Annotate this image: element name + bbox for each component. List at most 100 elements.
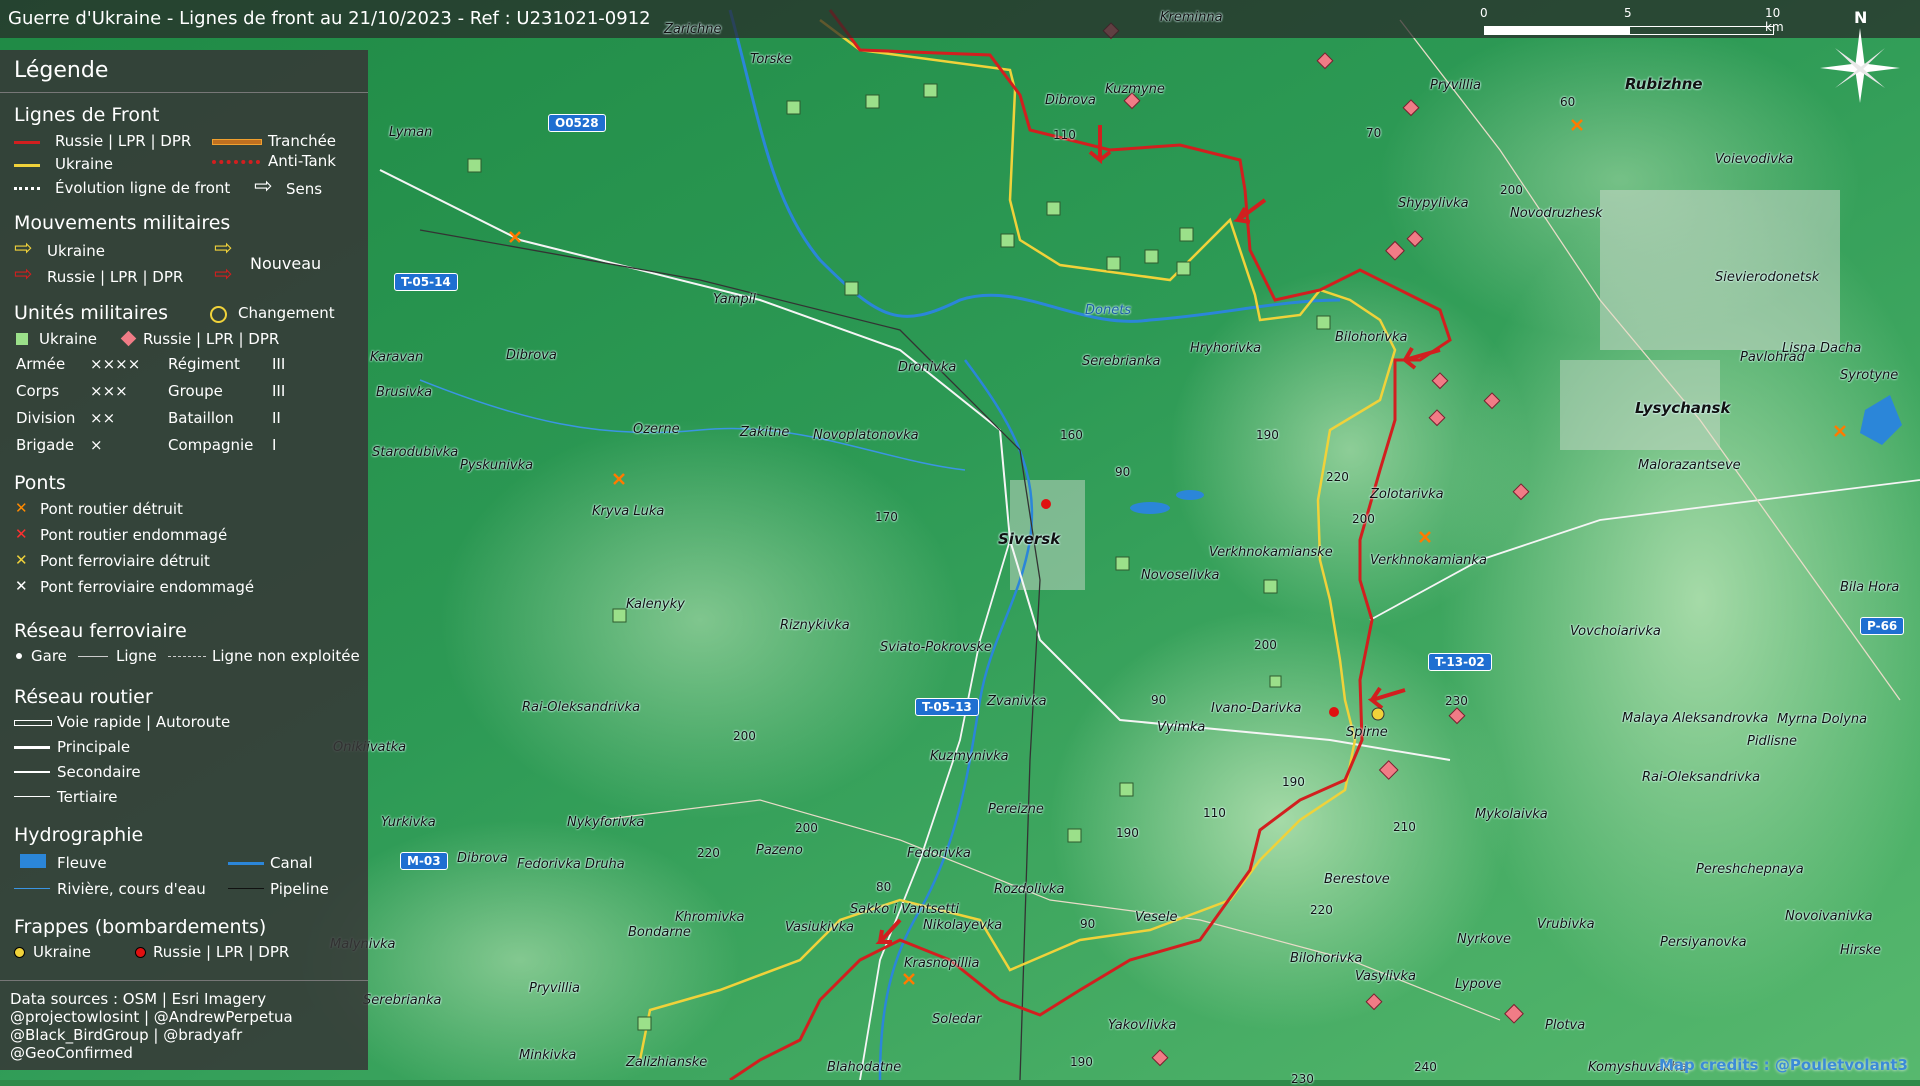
place-label: Zarichne — [664, 22, 722, 37]
elevation-label: 200 — [733, 729, 756, 743]
place-label: Yurkivka — [381, 815, 436, 830]
ukraine-movement-icon: ⇨ — [14, 236, 33, 261]
place-label: Hryhorivka — [1190, 341, 1262, 356]
main-road-swatch — [14, 746, 50, 749]
place-label: Karavan — [370, 350, 424, 365]
scale-label-0: 0 — [1480, 6, 1488, 20]
elevation-label: 90 — [1080, 917, 1096, 931]
highway-swatch — [14, 720, 52, 726]
road-number-badge: T-13-02 — [1428, 653, 1492, 671]
stream-swatch — [14, 888, 50, 889]
legend-front-russia: Russie | LPR | DPR — [55, 132, 192, 150]
terrain-hill — [440, 420, 960, 820]
data-credits: Data sources : OSM | Esri Imagery @proje… — [10, 990, 293, 1062]
unit-size-cell: ××× — [90, 382, 128, 400]
place-label: Riznykivka — [780, 618, 850, 633]
legend-units-russia: Russie | LPR | DPR — [143, 330, 280, 348]
place-label: Kryva Luka — [592, 504, 665, 519]
place-label: Rubizhne — [1625, 75, 1703, 93]
elevation-label: 190 — [1282, 775, 1305, 789]
new-ukraine-movement-icon: ⇨ — [214, 236, 233, 261]
elevation-label: 90 — [1151, 693, 1167, 707]
place-label: Spirne — [1346, 725, 1388, 740]
elevation-label: 240 — [1414, 1060, 1437, 1074]
legend-roads-title: Réseau routier — [14, 686, 153, 708]
road-damaged-icon: ✕ — [15, 525, 28, 543]
lake — [1130, 502, 1170, 514]
canal-swatch — [228, 862, 264, 865]
place-label: Zalizhianske — [626, 1055, 708, 1070]
ukraine-unit-icon — [16, 333, 28, 345]
unit-size-cell: III — [272, 355, 286, 373]
direction-arrow-icon: ⇨ — [254, 174, 273, 199]
elevation-label: 230 — [1445, 694, 1468, 708]
tertiary-road-swatch — [14, 796, 50, 797]
elevation-label: 200 — [795, 821, 818, 835]
secondary-road-swatch — [14, 771, 50, 773]
legend-roads-main: Principale — [57, 738, 131, 756]
place-label: Novoivanivka — [1785, 909, 1873, 924]
place-label: Siversk — [998, 530, 1061, 548]
legend-front-direction: Sens — [286, 180, 323, 198]
place-label: Lyman — [389, 125, 433, 140]
legend-movements-new: Nouveau — [250, 254, 322, 273]
place-label: Yampil — [713, 292, 756, 307]
place-label: Vasylivka — [1355, 969, 1416, 984]
unit-size-cell: II — [272, 409, 281, 427]
scale-label-5: 5 — [1624, 6, 1632, 20]
elevation-label: 220 — [1310, 903, 1333, 917]
unit-size-cell: I — [272, 436, 277, 454]
legend-rail-station: Gare — [31, 647, 67, 665]
place-label: Novoplatonovka — [813, 428, 919, 443]
legend-roads-tertiary: Tertiaire — [57, 788, 118, 806]
place-label: Kuzmyne — [1105, 82, 1165, 97]
elevation-label: 60 — [1560, 95, 1576, 109]
legend-movements-russia: Russie | LPR | DPR — [47, 268, 184, 286]
legend-bridges-title: Ponts — [14, 472, 66, 494]
legend-title: Légende — [14, 58, 109, 83]
russia-strike-icon — [135, 947, 146, 958]
legend-panel: Légende Lignes de Front Russie | LPR | D… — [0, 50, 368, 1070]
place-label: Zvanivka — [987, 694, 1047, 709]
place-label: Dibrova — [457, 851, 508, 866]
credit-line: @GeoConfirmed — [10, 1044, 133, 1062]
legend-hydro-pipeline: Pipeline — [270, 880, 329, 898]
trench-swatch — [212, 139, 262, 145]
legend-hydro-river: Fleuve — [57, 854, 107, 872]
place-label: Donets — [1085, 303, 1132, 318]
elevation-label: 90 — [1115, 465, 1131, 479]
unit-size-cell: III — [272, 382, 286, 400]
place-label: Vasiukivka — [785, 920, 854, 935]
road-number-badge: O0528 — [548, 114, 606, 132]
place-label: Blahodatne — [827, 1060, 902, 1075]
place-label: Khromivka — [675, 910, 745, 925]
road-number-badge: P-66 — [1860, 617, 1905, 635]
unit-size-cell: Division — [16, 409, 76, 427]
place-label: Fedorivka Druha — [517, 857, 625, 872]
elevation-label: 160 — [1060, 428, 1083, 442]
legend-rail-title: Réseau ferroviaire — [14, 620, 187, 642]
legend-hydro-stream: Rivière, cours d'eau — [57, 880, 206, 898]
place-label: Voievodivka — [1715, 152, 1794, 167]
place-label: Vrubivka — [1537, 917, 1595, 932]
place-label: Vesele — [1135, 910, 1178, 925]
scale-bar-fill — [1484, 26, 1630, 35]
elevation-label: 200 — [1254, 638, 1277, 652]
legend-strikes-ukraine: Ukraine — [33, 943, 91, 961]
place-label: Syrotyne — [1840, 368, 1899, 383]
road-destroyed-icon: ✕ — [15, 499, 28, 517]
place-label: Brusivka — [376, 385, 433, 400]
map-credit: Map credits : @Pouletvolant3 — [1659, 1056, 1908, 1074]
place-label: Kalenyky — [626, 597, 685, 612]
legend-movements-ukraine: Ukraine — [47, 242, 105, 260]
russia-strike — [1041, 499, 1051, 509]
place-label: Berestove — [1324, 872, 1390, 887]
place-label: Mykolaivka — [1475, 807, 1548, 822]
elevation-label: 190 — [1116, 826, 1139, 840]
place-label: Malaya Aleksandrovka — [1622, 711, 1769, 726]
elevation-label: 230 — [1291, 1072, 1314, 1086]
station-icon — [16, 653, 22, 659]
legend-hydro-title: Hydrographie — [14, 824, 144, 846]
place-label: Minkivka — [519, 1048, 577, 1063]
place-label: Ozerne — [633, 422, 680, 437]
